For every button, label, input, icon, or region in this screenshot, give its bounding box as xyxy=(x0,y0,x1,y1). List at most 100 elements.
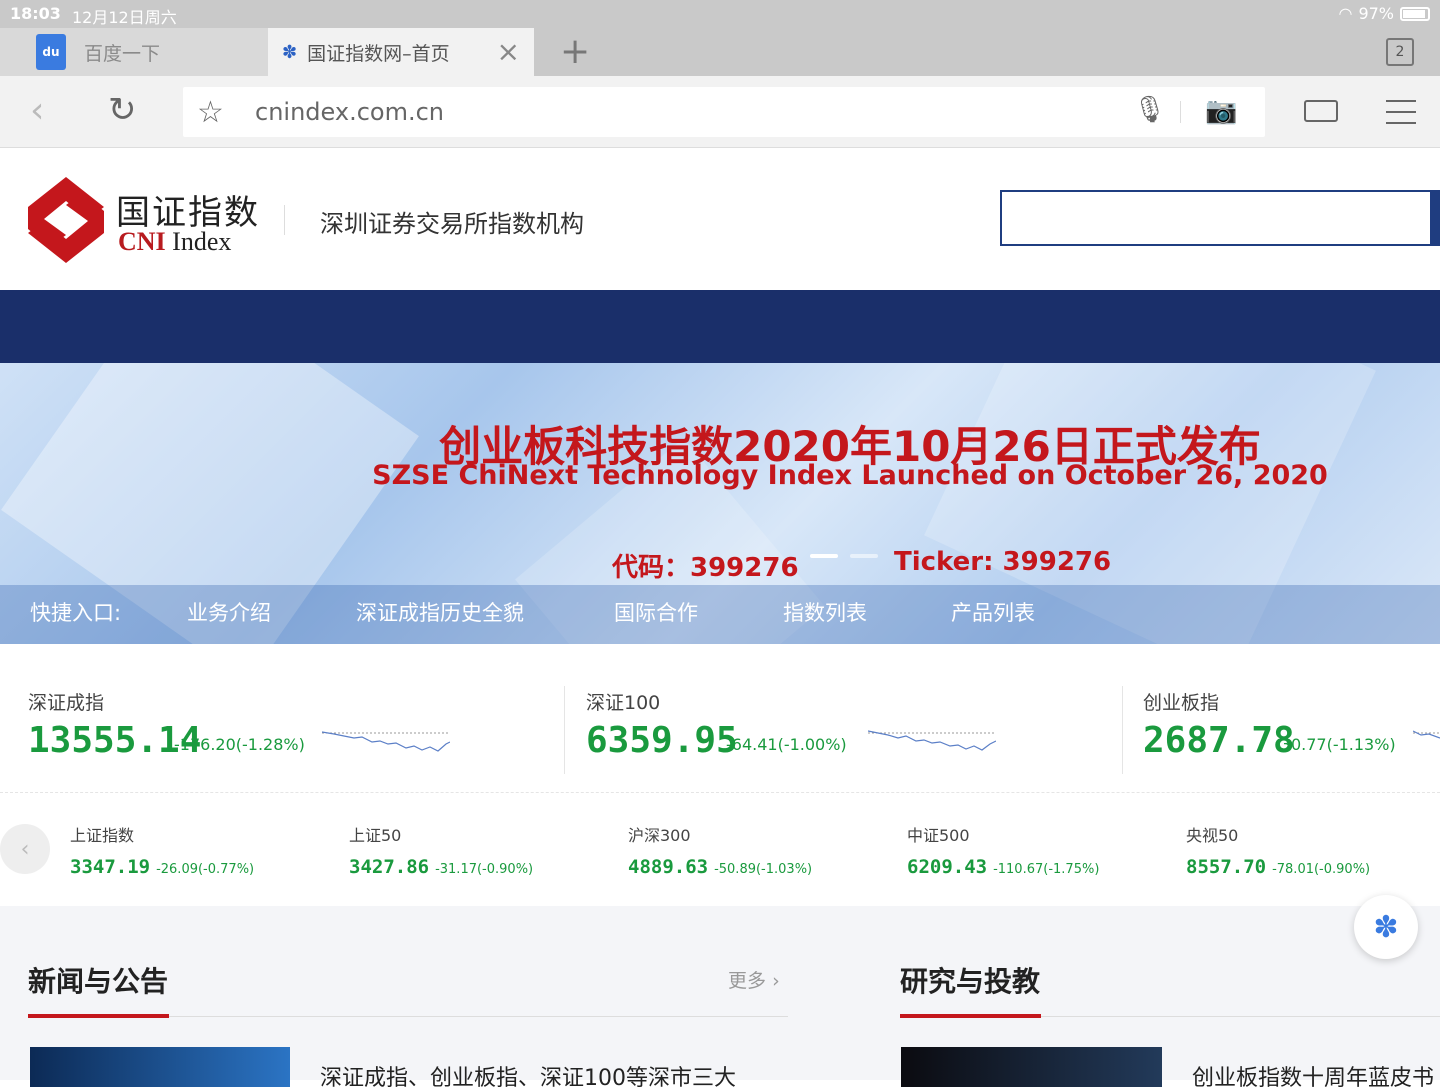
address-bar[interactable]: ☆ cnindex.com.cn 🎙 📷 xyxy=(183,87,1265,137)
index-card-csi-300[interactable]: 沪深300 4889.63 -50.89(-1.03%) xyxy=(628,822,812,878)
chevron-right-icon: › xyxy=(772,970,780,992)
index-value: 4889.63 xyxy=(628,856,709,878)
news-research-section: 新闻与公告 更多 › 深证成指、创业板指、深证100等深市三大 研究与投教 创业… xyxy=(0,906,1440,1091)
index-divider xyxy=(564,686,565,774)
reload-icon[interactable]: ↻ xyxy=(108,90,137,130)
index-card-szse-component[interactable]: 深证成指 13555.14 -176.20(-1.28%) xyxy=(28,644,548,792)
browser-toolbar: ‹ ↻ ☆ cnindex.com.cn 🎙 📷 xyxy=(0,76,1440,148)
index-value: 3427.86 xyxy=(349,856,430,878)
index-value: 6359.95 xyxy=(586,720,738,761)
baidu-paw-float-icon[interactable]: ✽ xyxy=(1354,895,1418,959)
baidu-du-icon: du xyxy=(36,34,66,70)
index-name: 中证500 xyxy=(907,826,970,845)
index-sparkline xyxy=(1413,730,1440,739)
index-card-csi-500[interactable]: 中证500 6209.43 -110.67(-1.75%) xyxy=(907,822,1099,878)
index-sparkline xyxy=(322,731,450,752)
index-change: -64.41(-1.00%) xyxy=(726,735,847,754)
tab-count-icon[interactable]: 2 xyxy=(1386,38,1414,66)
banner-code-en: Ticker: 399276 xyxy=(894,547,1112,577)
index-card-sse-50[interactable]: 上证50 3427.86 -31.17(-0.90%) xyxy=(349,822,533,878)
camera-icon[interactable]: 📷 xyxy=(1205,96,1237,126)
news-section-title: 新闻与公告 xyxy=(28,965,169,998)
quick-link-business[interactable]: 业务介绍 xyxy=(187,597,271,627)
index-value: 8557.70 xyxy=(1186,856,1267,878)
logo-cni: CNI xyxy=(118,227,166,256)
address-bar-separator xyxy=(1180,101,1181,123)
url-text[interactable]: cnindex.com.cn xyxy=(255,98,444,126)
site-search-input[interactable] xyxy=(1000,190,1432,246)
index-value: 6209.43 xyxy=(907,856,988,878)
hero-banner[interactable]: 创业板科技指数2020年10月26日正式发布 SZSE ChiNext Tech… xyxy=(0,363,1440,644)
index-name: 沪深300 xyxy=(628,826,691,845)
status-right: ◠ 97% xyxy=(1338,4,1430,23)
banner-code-cn: 代码：399276 xyxy=(612,553,799,583)
tab-cnindex[interactable]: ✽ 国证指数网–首页 × xyxy=(268,28,534,76)
research-thumbnail[interactable] xyxy=(901,1047,1162,1087)
index-value: 3347.19 xyxy=(70,856,151,878)
index-card-sse-composite[interactable]: 上证指数 3347.19 -26.09(-0.77%) xyxy=(70,822,254,878)
research-section-title: 研究与投教 xyxy=(900,965,1041,998)
quick-link-product-list[interactable]: 产品列表 xyxy=(951,597,1035,627)
news-more-link[interactable]: 更多 › xyxy=(728,966,780,993)
new-tab-plus-icon[interactable]: + xyxy=(560,28,590,76)
logo-text-en: CNI Index xyxy=(118,227,231,257)
index-divider xyxy=(1122,686,1123,774)
site-header: 国证指数 CNI Index 深圳证券交易所指数机构 xyxy=(0,149,1440,290)
header-divider xyxy=(284,205,285,235)
tab-baidu[interactable]: du 百度一下 xyxy=(0,28,268,76)
index-change: -110.67(-1.75%) xyxy=(993,862,1100,877)
news-title-underline xyxy=(28,1014,169,1018)
menu-icon[interactable] xyxy=(1386,100,1416,133)
bookmark-star-icon[interactable]: ☆ xyxy=(197,95,224,130)
back-arrow-icon[interactable]: ‹ xyxy=(30,90,44,131)
news-item-title[interactable]: 深证成指、创业板指、深证100等深市三大 xyxy=(320,1060,736,1092)
research-item-title[interactable]: 创业板指数十周年蓝皮书 xyxy=(1192,1060,1434,1092)
carousel-dot[interactable] xyxy=(850,554,878,558)
site-slogan: 深圳证券交易所指数机构 xyxy=(320,210,584,238)
index-change: -78.01(-0.90%) xyxy=(1272,862,1371,877)
index-card-chinext[interactable]: 创业板指 2687.78 -30.77(-1.13%) xyxy=(1143,644,1440,792)
main-nav-bar xyxy=(0,290,1440,363)
banner-title-en: SZSE ChiNext Technology Index Launched o… xyxy=(372,460,1328,491)
microphone-icon[interactable]: 🎙 xyxy=(1133,95,1166,125)
quick-link-index-list[interactable]: 指数列表 xyxy=(783,597,867,627)
index-change: -176.20(-1.28%) xyxy=(174,735,305,754)
quick-link-international[interactable]: 国际合作 xyxy=(614,597,698,627)
carousel-dot-active[interactable] xyxy=(810,554,838,558)
index-name: 深证100 xyxy=(586,692,661,714)
logo-index: Index xyxy=(165,227,232,256)
news-thumbnail[interactable] xyxy=(30,1047,290,1087)
index-card-cctv-50[interactable]: 央视50 8557.70 -78.01(-0.90%) xyxy=(1186,822,1370,878)
status-time: 18:03 xyxy=(10,4,61,23)
close-icon[interactable]: × xyxy=(497,38,520,66)
index-name: 深证成指 xyxy=(28,692,105,714)
tab-label: 国证指数网–首页 xyxy=(307,42,450,65)
index-change: -50.89(-1.03%) xyxy=(714,862,813,877)
wifi-icon: ◠ xyxy=(1338,4,1353,23)
index-name: 创业板指 xyxy=(1143,692,1220,714)
cni-logo-icon[interactable] xyxy=(28,177,104,263)
quick-links-label: 快捷入口: xyxy=(30,601,122,625)
more-label: 更多 xyxy=(728,970,767,992)
site-search-button[interactable] xyxy=(1430,190,1440,246)
research-title-underline xyxy=(900,1014,1041,1018)
index-sparkline xyxy=(868,730,996,751)
status-bar: 18:03 12月12日周六 ◠ 97% xyxy=(0,0,1440,28)
index-value: 2687.78 xyxy=(1143,720,1295,761)
tab-label: 百度一下 xyxy=(84,42,161,65)
index-name: 上证50 xyxy=(349,826,402,845)
index-row-divider xyxy=(0,792,1440,793)
prev-arrow-icon[interactable]: ‹ xyxy=(0,824,50,874)
battery-percent: 97% xyxy=(1358,4,1394,23)
index-card-szse-100[interactable]: 深证100 6359.95 -64.41(-1.00%) xyxy=(586,644,1106,792)
index-change: -31.17(-0.90%) xyxy=(435,862,534,877)
index-name: 央视50 xyxy=(1186,826,1239,845)
index-quotes-panel: 深证成指 13555.14 -176.20(-1.28%) 深证100 6359… xyxy=(0,644,1440,906)
video-icon[interactable] xyxy=(1304,100,1338,122)
baidu-paw-icon: ✽ xyxy=(282,41,298,63)
quick-link-history[interactable]: 深证成指历史全貌 xyxy=(356,597,524,627)
index-name: 上证指数 xyxy=(70,826,135,845)
index-change: -26.09(-0.77%) xyxy=(156,862,255,877)
status-date: 12月12日周六 xyxy=(72,8,177,27)
battery-icon xyxy=(1400,6,1430,21)
